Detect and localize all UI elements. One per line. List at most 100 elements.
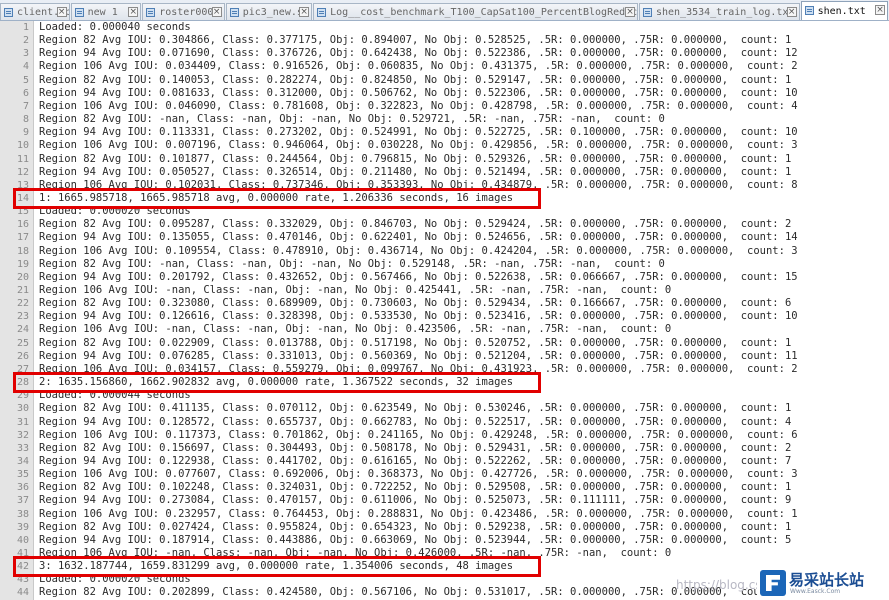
line-number: 7 — [22, 100, 29, 112]
tab-label: Log__cost_benchmark_T100_CapSat100_Perce… — [330, 7, 637, 18]
line-number: 1 — [22, 22, 29, 33]
line-text: Region 82 Avg IOU: -nan, Class: -nan, Ob… — [39, 257, 665, 270]
code-line[interactable]: 36 Region 82 Avg IOU: 0.102248, Class: 0.… — [0, 481, 889, 494]
line-number: 5 — [22, 74, 29, 86]
code-line[interactable]: 16 Region 82 Avg IOU: 0.095287, Class: 0.… — [0, 218, 889, 231]
document-icon — [146, 8, 156, 17]
code-line[interactable]: 8 Region 82 Avg IOU: -nan, Class: -nan, O… — [0, 113, 889, 126]
line-text: Region 106 Avg IOU: 0.046090, Class: 0.7… — [39, 99, 798, 112]
close-icon[interactable]: × — [299, 7, 310, 17]
line-number: 40 — [16, 534, 29, 546]
editor-pane[interactable]: 1 Loaded: 0.000040 seconds 2 Region 82 Avg … — [0, 21, 889, 600]
line-number: 18 — [16, 245, 29, 257]
line-number: 34 — [16, 455, 29, 467]
tab-file[interactable]: client.cpp× — [0, 3, 70, 20]
line-number: 23 — [16, 311, 29, 323]
code-line[interactable]: 23 Region 94 Avg IOU: 0.126616, Class: 0.… — [0, 310, 889, 323]
close-icon[interactable]: × — [56, 7, 67, 17]
code-line[interactable]: 9 Region 94 Avg IOU: 0.113331, Class: 0.2… — [0, 126, 889, 139]
tab-file[interactable]: shen_3534_train_log.txt × — [638, 3, 800, 20]
code-line[interactable]: 25 Region 82 Avg IOU: 0.022909, Class: 0.… — [0, 337, 889, 350]
code-line[interactable]: 32 Region 106 Avg IOU: 0.117373, Class: 0… — [0, 429, 889, 442]
close-icon[interactable]: × — [211, 7, 222, 17]
line-text: Region 106 Avg IOU: -nan, Class: -nan, O… — [39, 323, 672, 336]
line-text: Region 106 Avg IOU: 0.077607, Class: 0.6… — [39, 468, 798, 481]
tab-file[interactable]: pic3_new.s × — [225, 3, 313, 20]
line-number: 35 — [16, 469, 29, 481]
line-number: 38 — [16, 508, 29, 520]
tab-label: pic3_new.s — [242, 7, 303, 18]
tab-file[interactable]: Log__cost_benchmark_T100_CapSat100_Perce… — [313, 3, 638, 20]
code-line[interactable]: 26 Region 94 Avg IOU: 0.076285, Class: 0.… — [0, 350, 889, 363]
line-number: 37 — [16, 495, 29, 507]
line-number: 39 — [16, 521, 29, 533]
code-line[interactable]: 12 Region 94 Avg IOU: 0.050527, Class: 0.… — [0, 166, 889, 179]
code-line[interactable]: 18 Region 106 Avg IOU: 0.109554, Class: 0… — [0, 245, 889, 258]
close-icon[interactable]: × — [786, 7, 797, 17]
line-number: 26 — [16, 350, 29, 362]
code-line[interactable]: 20 Region 94 Avg IOU: 0.201792, Class: 0.… — [0, 271, 889, 284]
line-number: 9 — [22, 127, 29, 139]
tab-label: shen_3534_train_log.txt — [655, 7, 795, 18]
line-number: 11 — [16, 153, 29, 165]
close-icon[interactable]: × — [128, 7, 139, 17]
code-line[interactable]: 10 Region 106 Avg IOU: 0.007196, Class: 0… — [0, 139, 889, 152]
site-logo-icon — [760, 570, 786, 596]
line-number: 19 — [16, 258, 29, 270]
code-line[interactable]: 30 Region 82 Avg IOU: 0.411135, Class: 0.… — [0, 402, 889, 415]
code-line[interactable]: 22 Region 82 Avg IOU: 0.323080, Class: 0.… — [0, 297, 889, 310]
tab-label: new 1 — [87, 7, 118, 18]
document-icon — [229, 8, 239, 17]
close-icon[interactable]: × — [875, 5, 886, 15]
line-number: 32 — [16, 429, 29, 441]
code-line[interactable]: 37 Region 94 Avg IOU: 0.273084, Class: 0.… — [0, 494, 889, 507]
code-line[interactable]: 39 Region 82 Avg IOU: 0.027424, Class: 0.… — [0, 521, 889, 534]
line-number: 36 — [16, 482, 29, 494]
code-line[interactable]: 2 Region 82 Avg IOU: 0.304866, Class: 0.3… — [0, 34, 889, 47]
line-text: Region 82 Avg IOU: 0.022909, Class: 0.01… — [39, 336, 792, 349]
document-icon — [4, 8, 13, 17]
line-text: Region 94 Avg IOU: 0.273084, Class: 0.47… — [39, 494, 792, 507]
line-text: Region 94 Avg IOU: 0.122938, Class: 0.44… — [39, 454, 792, 467]
code-line[interactable]: 11 Region 82 Avg IOU: 0.101877, Class: 0.… — [0, 153, 889, 166]
code-line[interactable]: 35 Region 106 Avg IOU: 0.077607, Class: 0… — [0, 468, 889, 481]
tab-bar: client.cpp×new 1×roster0001×pic3_new.s×L… — [0, 0, 889, 21]
line-text: Region 82 Avg IOU: 0.156697, Class: 0.30… — [39, 441, 792, 454]
line-number: 8 — [22, 114, 29, 126]
code-line[interactable]: 33 Region 82 Avg IOU: 0.156697, Class: 0.… — [0, 442, 889, 455]
tab-file[interactable]: new 1 × — [70, 3, 142, 20]
line-text: Region 82 Avg IOU: 0.101877, Class: 0.24… — [39, 152, 792, 165]
code-line[interactable]: 21 Region 106 Avg IOU: -nan, Class: -nan,… — [0, 284, 889, 297]
line-text: Region 82 Avg IOU: 0.140053, Class: 0.28… — [39, 73, 792, 86]
site-logo-subtext: Www.Easck.Com — [790, 588, 841, 595]
code-line[interactable]: 7 Region 106 Avg IOU: 0.046090, Class: 0.… — [0, 100, 889, 113]
highlight-box — [13, 187, 541, 209]
highlight-box — [13, 372, 541, 394]
site-logo-text: 易采站长站 — [789, 571, 865, 589]
code-line[interactable]: 1 Loaded: 0.000040 seconds — [0, 21, 889, 34]
line-text: Region 106 Avg IOU: 0.117373, Class: 0.7… — [39, 428, 798, 441]
code-line[interactable]: 19 Region 82 Avg IOU: -nan, Class: -nan, … — [0, 258, 889, 271]
code-line[interactable]: 3 Region 94 Avg IOU: 0.071690, Class: 0.3… — [0, 47, 889, 60]
tab-file[interactable]: roster0001 × — [142, 3, 225, 20]
close-icon[interactable]: × — [624, 7, 635, 17]
highlight-box — [13, 556, 541, 578]
code-line[interactable]: 38 Region 106 Avg IOU: 0.232957, Class: 0… — [0, 508, 889, 521]
code-line[interactable]: 31 Region 94 Avg IOU: 0.128572, Class: 0.… — [0, 416, 889, 429]
code-line[interactable]: 24 Region 106 Avg IOU: -nan, Class: -nan,… — [0, 323, 889, 336]
code-line[interactable]: 5 Region 82 Avg IOU: 0.140053, Class: 0.2… — [0, 74, 889, 87]
line-text: Region 82 Avg IOU: 0.411135, Class: 0.07… — [39, 402, 792, 415]
line-number: 25 — [16, 337, 29, 349]
line-text: Region 94 Avg IOU: 0.071690, Class: 0.37… — [39, 47, 798, 60]
code-line[interactable]: 6 Region 94 Avg IOU: 0.081633, Class: 0.3… — [0, 87, 889, 100]
code-line[interactable]: 40 Region 94 Avg IOU: 0.187914, Class: 0.… — [0, 534, 889, 547]
tab-active[interactable]: shen.txt × — [800, 1, 889, 20]
code-line[interactable]: 34 Region 94 Avg IOU: 0.122938, Class: 0.… — [0, 455, 889, 468]
line-text: Region 106 Avg IOU: 0.034409, Class: 0.9… — [39, 60, 798, 73]
line-number: 33 — [16, 442, 29, 454]
line-text: Region 82 Avg IOU: 0.102248, Class: 0.32… — [39, 481, 792, 494]
code-line[interactable]: 4 Region 106 Avg IOU: 0.034409, Class: 0.… — [0, 60, 889, 73]
line-text: Region 82 Avg IOU: 0.027424, Class: 0.95… — [39, 520, 792, 533]
tab-label: roster0001 — [159, 7, 220, 18]
code-line[interactable]: 17 Region 94 Avg IOU: 0.135055, Class: 0.… — [0, 231, 889, 244]
